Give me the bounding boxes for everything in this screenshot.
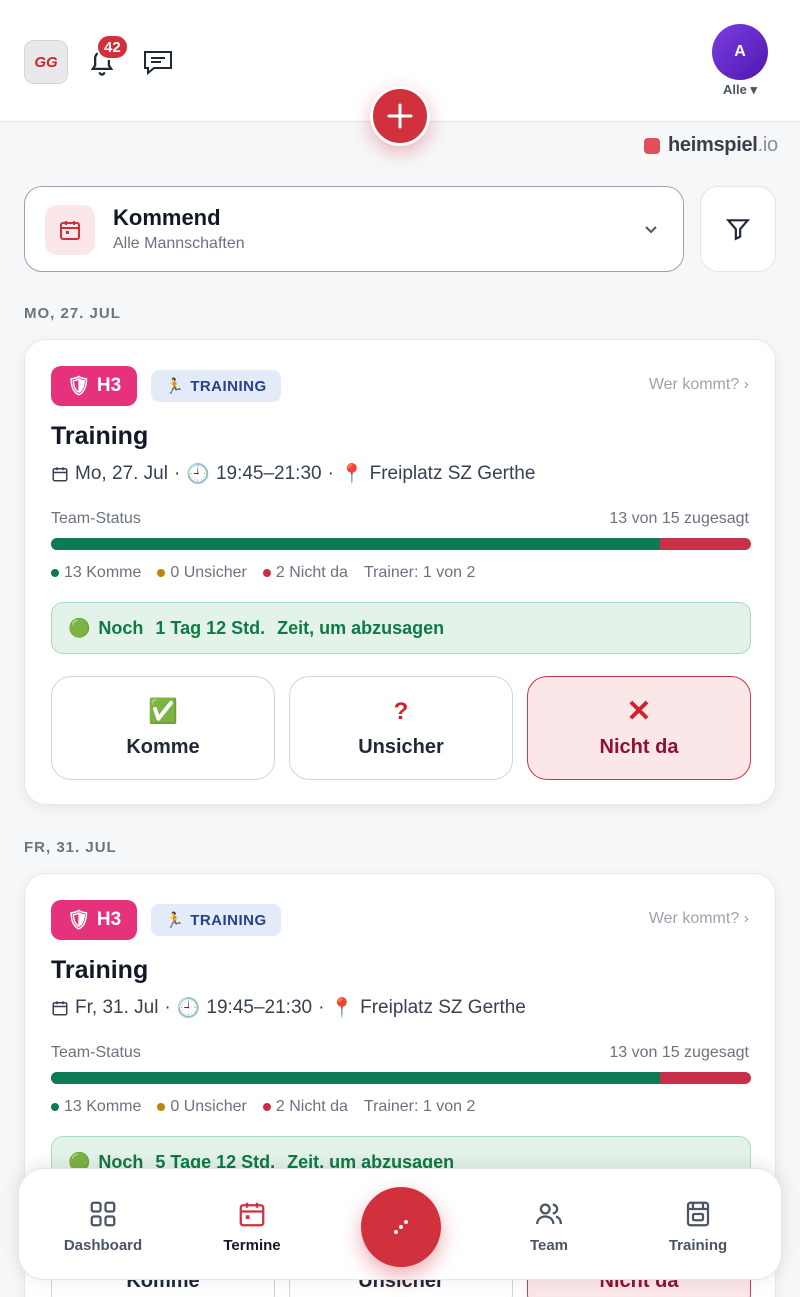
event-card[interactable]: 🛡 H3 🏃 TRAINING Wer kommt? › Training Mo, … <box>24 339 776 805</box>
event-title: Training <box>51 422 149 450</box>
team-status-label: Team-Status <box>51 1044 141 1061</box>
team-status-label: Team-Status <box>51 510 141 527</box>
dashboard-icon <box>90 1201 116 1227</box>
cross-icon: ✕ <box>626 694 652 728</box>
bottom-navigation: Dashboard Termine Team Training <box>18 1168 782 1280</box>
attendance-progress-bar <box>51 538 751 550</box>
no-dot-icon <box>262 1102 271 1111</box>
clock-icon: 🕘 <box>186 464 210 485</box>
legend-maybe: 0 Unsicher <box>170 564 247 581</box>
no-dot-icon <box>262 568 271 577</box>
who-is-coming-link[interactable]: Wer kommt? › <box>649 376 749 394</box>
calendar-icon <box>52 467 68 482</box>
brand-name: heimspiel <box>668 134 758 156</box>
green-circle-icon: 🟢 <box>68 617 91 638</box>
filter-button[interactable] <box>700 186 776 272</box>
event-date: Fr, 31. Jul <box>75 997 159 1018</box>
clock-icon: 🕘 <box>176 998 201 1019</box>
legend-maybe: 0 Unsicher <box>170 1098 247 1115</box>
dots-icon <box>394 1220 408 1234</box>
calendar-icon <box>45 205 95 255</box>
rsvp-no-button[interactable]: ✕Nicht da <box>527 676 751 780</box>
question-icon: ? <box>393 697 409 725</box>
event-meta: Mo, 27. Jul · 🕘 19:45–21:30 · 📍 Freiplatz … <box>51 462 535 486</box>
team-crest-icon: 🛡 <box>66 910 91 931</box>
team-icon <box>536 1203 562 1225</box>
avatar[interactable]: A <box>712 24 768 80</box>
event-title: Training <box>51 956 149 984</box>
nav-training[interactable]: Training <box>638 1199 758 1254</box>
notification-badge: 42 <box>96 34 129 60</box>
brand-mark-icon <box>644 137 660 154</box>
brand-suffix: .io <box>757 134 779 156</box>
legend-yes: 13 Komme <box>64 564 142 581</box>
check-icon: ✅ <box>148 697 178 725</box>
legend-trainer: Trainer: 1 von 2 <box>363 1098 476 1115</box>
rsvp-maybe-button[interactable]: ?Unsicher <box>289 676 513 780</box>
event-time: 19:45–21:30 <box>206 997 313 1018</box>
maybe-dot-icon <box>157 1102 166 1111</box>
message-icon[interactable] <box>142 48 174 76</box>
who-is-coming-link[interactable]: Wer kommt? › <box>649 910 749 928</box>
legend-no: 2 Nicht da <box>275 1098 348 1115</box>
legend-no: 2 Nicht da <box>275 564 348 581</box>
training-icon <box>686 1201 710 1227</box>
attendance-progress-fill <box>51 1072 660 1084</box>
attendance-progress-bar <box>51 1072 751 1084</box>
team-badge: 🛡 H3 <box>51 366 137 406</box>
event-meta: Fr, 31. Jul · 🕘 19:45–21:30 · 📍 Freiplatz … <box>51 996 526 1020</box>
team-switcher-label[interactable]: Alle ▾ <box>700 82 780 98</box>
event-type-badge: 🏃 TRAINING <box>151 370 281 402</box>
team-crest-icon: 🛡 <box>66 376 91 397</box>
event-location: Freiplatz SZ Gerthe <box>369 463 536 484</box>
calendar-icon <box>239 1202 265 1227</box>
running-icon: 🏃 <box>165 378 185 395</box>
calendar-icon <box>52 1001 68 1016</box>
cancel-deadline-banner: 🟢 Noch 1 Tag 12 Std. Zeit, um abzusagen <box>51 602 751 654</box>
team-status-summary: 13 von 15 zugesagt <box>609 1044 749 1061</box>
plus-icon <box>387 103 413 129</box>
brand-logo: heimspiel.io <box>644 134 778 157</box>
quick-action-button[interactable] <box>361 1187 441 1267</box>
attendance-progress-fill <box>51 538 660 550</box>
legend-trainer: Trainer: 1 von 2 <box>363 564 476 581</box>
location-pin-icon: 📍 <box>339 464 364 485</box>
yes-dot-icon <box>51 1102 59 1111</box>
location-pin-icon: 📍 <box>330 998 355 1019</box>
club-logo[interactable]: GG <box>24 40 68 84</box>
filter-icon <box>725 219 751 241</box>
attendance-legend: 13 Komme 0 Unsicher 2 Nicht da Trainer: … <box>51 1098 475 1116</box>
event-location: Freiplatz SZ Gerthe <box>360 997 526 1018</box>
maybe-dot-icon <box>157 568 166 577</box>
team-status-summary: 13 von 15 zugesagt <box>609 510 749 527</box>
attendance-legend: 13 Komme 0 Unsicher 2 Nicht da Trainer: … <box>51 564 475 582</box>
event-date: Mo, 27. Jul <box>75 463 168 484</box>
date-header: MO, 27. JUL <box>24 305 121 322</box>
rsvp-yes-button[interactable]: ✅Komme <box>51 676 275 780</box>
date-header: FR, 31. JUL <box>24 839 117 856</box>
nav-dashboard[interactable]: Dashboard <box>43 1199 163 1254</box>
dropdown-subtitle: Alle Mannschaften <box>113 235 245 252</box>
nav-team[interactable]: Team <box>489 1199 609 1254</box>
running-icon: 🏃 <box>165 912 185 929</box>
team-badge: 🛡 H3 <box>51 900 137 940</box>
event-type-badge: 🏃 TRAINING <box>151 904 281 936</box>
dropdown-title: Kommend <box>113 205 221 230</box>
event-time: 19:45–21:30 <box>215 463 322 484</box>
event-filter-dropdown[interactable]: Kommend Alle Mannschaften <box>24 186 684 272</box>
yes-dot-icon <box>51 568 59 577</box>
chevron-down-icon <box>645 226 657 234</box>
legend-yes: 13 Komme <box>64 1098 142 1115</box>
add-button[interactable] <box>370 86 430 146</box>
nav-termine[interactable]: Termine <box>192 1199 312 1254</box>
